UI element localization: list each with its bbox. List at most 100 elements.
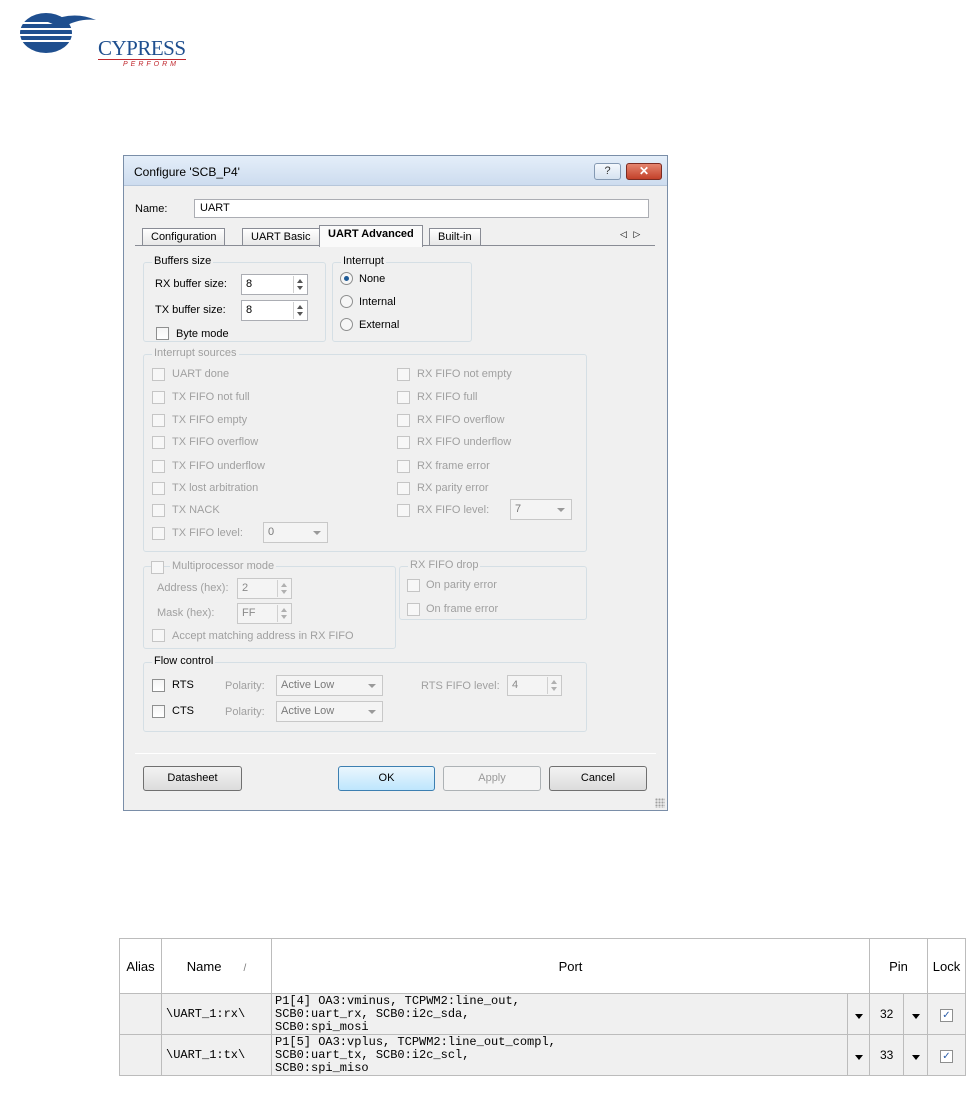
tx-buffer-spinner[interactable]: 8 [241,300,308,321]
tab-scroll-arrows[interactable]: ◁ ▷ [620,229,642,240]
port-dropdown-button[interactable] [847,1034,870,1076]
rts-fifo-level-label: RTS FIFO level: [421,680,500,692]
tx-nack-checkbox[interactable] [152,504,165,517]
pin-header[interactable]: Pin [869,938,928,994]
pin-table-header: Alias Name / Port Pin Lock [119,938,966,994]
pin-dropdown-button[interactable] [903,1034,928,1076]
title-bar[interactable]: Configure 'SCB_P4' ? ✕ [124,156,667,186]
rx-fifo-drop-title: RX FIFO drop [408,559,481,571]
name-input[interactable]: UART [194,199,649,218]
lock-header[interactable]: Lock [927,938,966,994]
interrupt-internal-radio[interactable] [340,295,353,308]
interrupt-group: Interrupt None Internal External [332,255,472,342]
interrupt-internal-label: Internal [359,296,396,308]
flow-control-title: Flow control [152,655,216,667]
name-cell[interactable]: \UART_1:tx\ [161,1034,272,1076]
port-dropdown-button[interactable] [847,993,870,1035]
port-cell[interactable]: P1[5] OA3:vplus, TCPWM2:line_out_compl, … [271,1034,848,1076]
spinner-arrows-icon[interactable] [293,276,306,293]
accept-matching-checkbox[interactable] [152,629,165,642]
pin-cell[interactable]: 32 [868,993,905,1035]
tx-lost-arbitration-checkbox[interactable] [152,482,165,495]
interrupt-external-label: External [359,319,400,331]
rx-parity-error-checkbox[interactable] [397,482,410,495]
tx-fifo-level-checkbox[interactable] [152,527,165,540]
rx-buffer-spinner[interactable]: 8 [241,274,308,295]
spinner-arrows-icon[interactable] [277,580,290,597]
lock-checkbox[interactable]: ✓ [940,1050,953,1063]
mask-spinner[interactable]: FF [237,603,292,624]
cts-polarity-select[interactable]: Active Low [276,701,383,722]
table-row[interactable]: \UART_1:rx\ P1[4] OA3:vminus, TCPWM2:lin… [119,993,966,1035]
close-button[interactable]: ✕ [626,163,662,180]
rts-fifo-level-value: 4 [512,679,519,691]
help-button[interactable]: ? [594,163,621,180]
rx-fifo-level-select[interactable]: 7 [510,499,572,520]
flow-control-group: Flow control RTS Polarity: Active Low RT… [143,655,587,732]
on-parity-error-checkbox[interactable] [407,579,420,592]
name-cell[interactable]: \UART_1:rx\ [161,993,272,1035]
ok-button[interactable]: OK [338,766,435,791]
rx-fifo-full-checkbox[interactable] [397,391,410,404]
port-cell[interactable]: P1[4] OA3:vminus, TCPWM2:line_out, SCB0:… [271,993,848,1035]
logo-rule [98,59,186,60]
alias-cell[interactable] [119,993,162,1035]
chevron-down-icon [313,531,321,535]
tx-fifo-overflow-checkbox[interactable] [152,436,165,449]
pin-table: Alias Name / Port Pin Lock \UART_1:rx\ P1… [119,938,966,1076]
address-label: Address (hex): [157,582,229,594]
tx-fifo-not-full-checkbox[interactable] [152,391,165,404]
spinner-arrows-icon[interactable] [277,605,290,622]
rx-fifo-overflow-checkbox[interactable] [397,414,410,427]
cts-checkbox[interactable] [152,705,165,718]
interrupt-none-radio[interactable] [340,272,353,285]
alias-header[interactable]: Alias [119,938,162,994]
multiprocessor-group: Multiprocessor mode Address (hex): 2 Mas… [143,560,396,649]
address-spinner[interactable]: 2 [237,578,292,599]
chevron-down-icon [368,684,376,688]
tab-built-in[interactable]: Built-in [429,228,481,246]
tx-fifo-level-select[interactable]: 0 [263,522,328,543]
rx-fifo-not-empty-checkbox[interactable] [397,368,410,381]
port-header[interactable]: Port [271,938,870,994]
multiprocessor-checkbox[interactable] [151,561,164,574]
uart-done-checkbox[interactable] [152,368,165,381]
sort-indicator-icon: / [243,962,247,974]
chevron-down-icon [557,508,565,512]
name-header[interactable]: Name / [161,938,272,994]
cancel-button[interactable]: Cancel [549,766,647,791]
rx-frame-error-checkbox[interactable] [397,460,410,473]
tx-buffer-label: TX buffer size: [155,304,226,316]
spinner-arrows-icon[interactable] [293,302,306,319]
resize-grip-icon[interactable] [655,798,665,808]
rts-fifo-level-spinner[interactable]: 4 [507,675,562,696]
lock-checkbox[interactable]: ✓ [940,1009,953,1022]
spinner-arrows-icon[interactable] [547,677,560,694]
tab-configuration[interactable]: Configuration [142,228,226,246]
rts-checkbox[interactable] [152,679,165,692]
tab-uart-advanced[interactable]: UART Advanced [319,225,423,247]
byte-mode-checkbox[interactable] [156,327,169,340]
datasheet-button[interactable]: Datasheet [143,766,242,791]
table-row[interactable]: \UART_1:tx\ P1[5] OA3:vplus, TCPWM2:line… [119,1034,966,1076]
alias-cell[interactable] [119,1034,162,1076]
interrupt-external-radio[interactable] [340,318,353,331]
tx-fifo-empty-checkbox[interactable] [152,414,165,427]
on-parity-error-label: On parity error [426,579,497,591]
rx-fifo-underflow-checkbox[interactable] [397,436,410,449]
pin-dropdown-button[interactable] [903,993,928,1035]
chevron-down-icon [854,1054,863,1060]
lock-cell[interactable]: ✓ [927,993,966,1035]
mask-value: FF [242,607,256,619]
logo-tagline: PERFORM [123,61,179,68]
pin-cell[interactable]: 33 [868,1034,905,1076]
tx-fifo-underflow-checkbox[interactable] [152,460,165,473]
tab-uart-basic[interactable]: UART Basic [242,228,320,246]
rx-fifo-level-checkbox[interactable] [397,504,410,517]
interrupt-title: Interrupt [341,255,386,267]
on-frame-error-checkbox[interactable] [407,603,420,616]
lock-cell[interactable]: ✓ [927,1034,966,1076]
rts-polarity-select[interactable]: Active Low [276,675,383,696]
buffers-size-group: Buffers size RX buffer size: 8 TX buffer… [143,255,326,342]
apply-button[interactable]: Apply [443,766,541,791]
